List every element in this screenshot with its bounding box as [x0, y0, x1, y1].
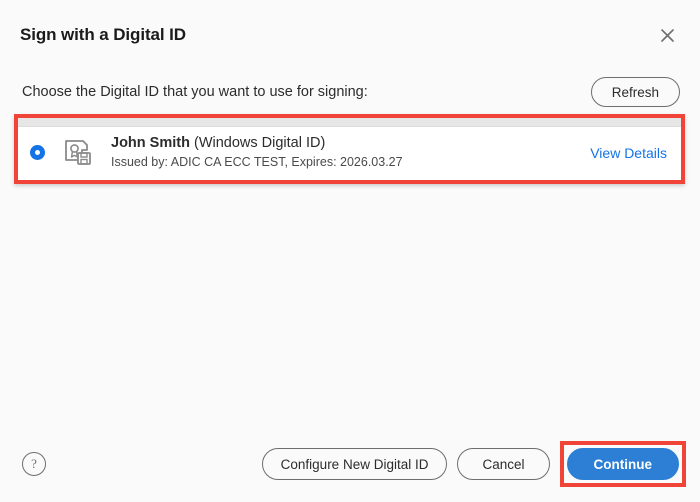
cancel-button[interactable]: Cancel — [457, 448, 550, 480]
digital-id-radio[interactable] — [30, 145, 45, 160]
view-details-link[interactable]: View Details — [590, 145, 667, 161]
dialog-title: Sign with a Digital ID — [20, 25, 186, 44]
digital-id-primary-line: John Smith (Windows Digital ID) — [111, 134, 403, 153]
list-header-strip — [18, 118, 681, 127]
prompt-row: Choose the Digital ID that you want to u… — [0, 70, 700, 114]
dialog-body-empty-area — [0, 184, 700, 426]
digital-id-kind: (Windows Digital ID) — [193, 135, 326, 151]
refresh-button[interactable]: Refresh — [590, 77, 680, 107]
footer-button-group: Configure New Digital ID Cancel Continue — [261, 441, 686, 487]
continue-button-highlight: Continue — [559, 441, 686, 487]
digital-id-list-wrapper: John Smith (Windows Digital ID) Issued b… — [0, 114, 700, 184]
close-icon — [660, 28, 675, 43]
prompt-label: Choose the Digital ID that you want to u… — [22, 84, 368, 100]
dialog-titlebar: Sign with a Digital ID — [0, 0, 700, 70]
digital-id-name: John Smith — [111, 135, 190, 151]
digital-id-details: Issued by: ADIC CA ECC TEST, Expires: 20… — [111, 155, 403, 169]
digital-id-text-block: John Smith (Windows Digital ID) Issued b… — [111, 134, 403, 171]
digital-id-list-highlight: John Smith (Windows Digital ID) Issued b… — [14, 114, 685, 184]
continue-button[interactable]: Continue — [566, 448, 679, 480]
sign-with-digital-id-dialog: Sign with a Digital ID Choose the Digita… — [0, 0, 700, 502]
close-button[interactable] — [654, 22, 680, 48]
digital-id-row[interactable]: John Smith (Windows Digital ID) Issued b… — [18, 127, 681, 180]
dialog-footer: ? Configure New Digital ID Cancel Contin… — [0, 426, 700, 502]
help-icon[interactable]: ? — [22, 452, 46, 476]
configure-new-digital-id-button[interactable]: Configure New Digital ID — [261, 448, 448, 480]
digital-id-certificate-icon — [61, 136, 97, 170]
